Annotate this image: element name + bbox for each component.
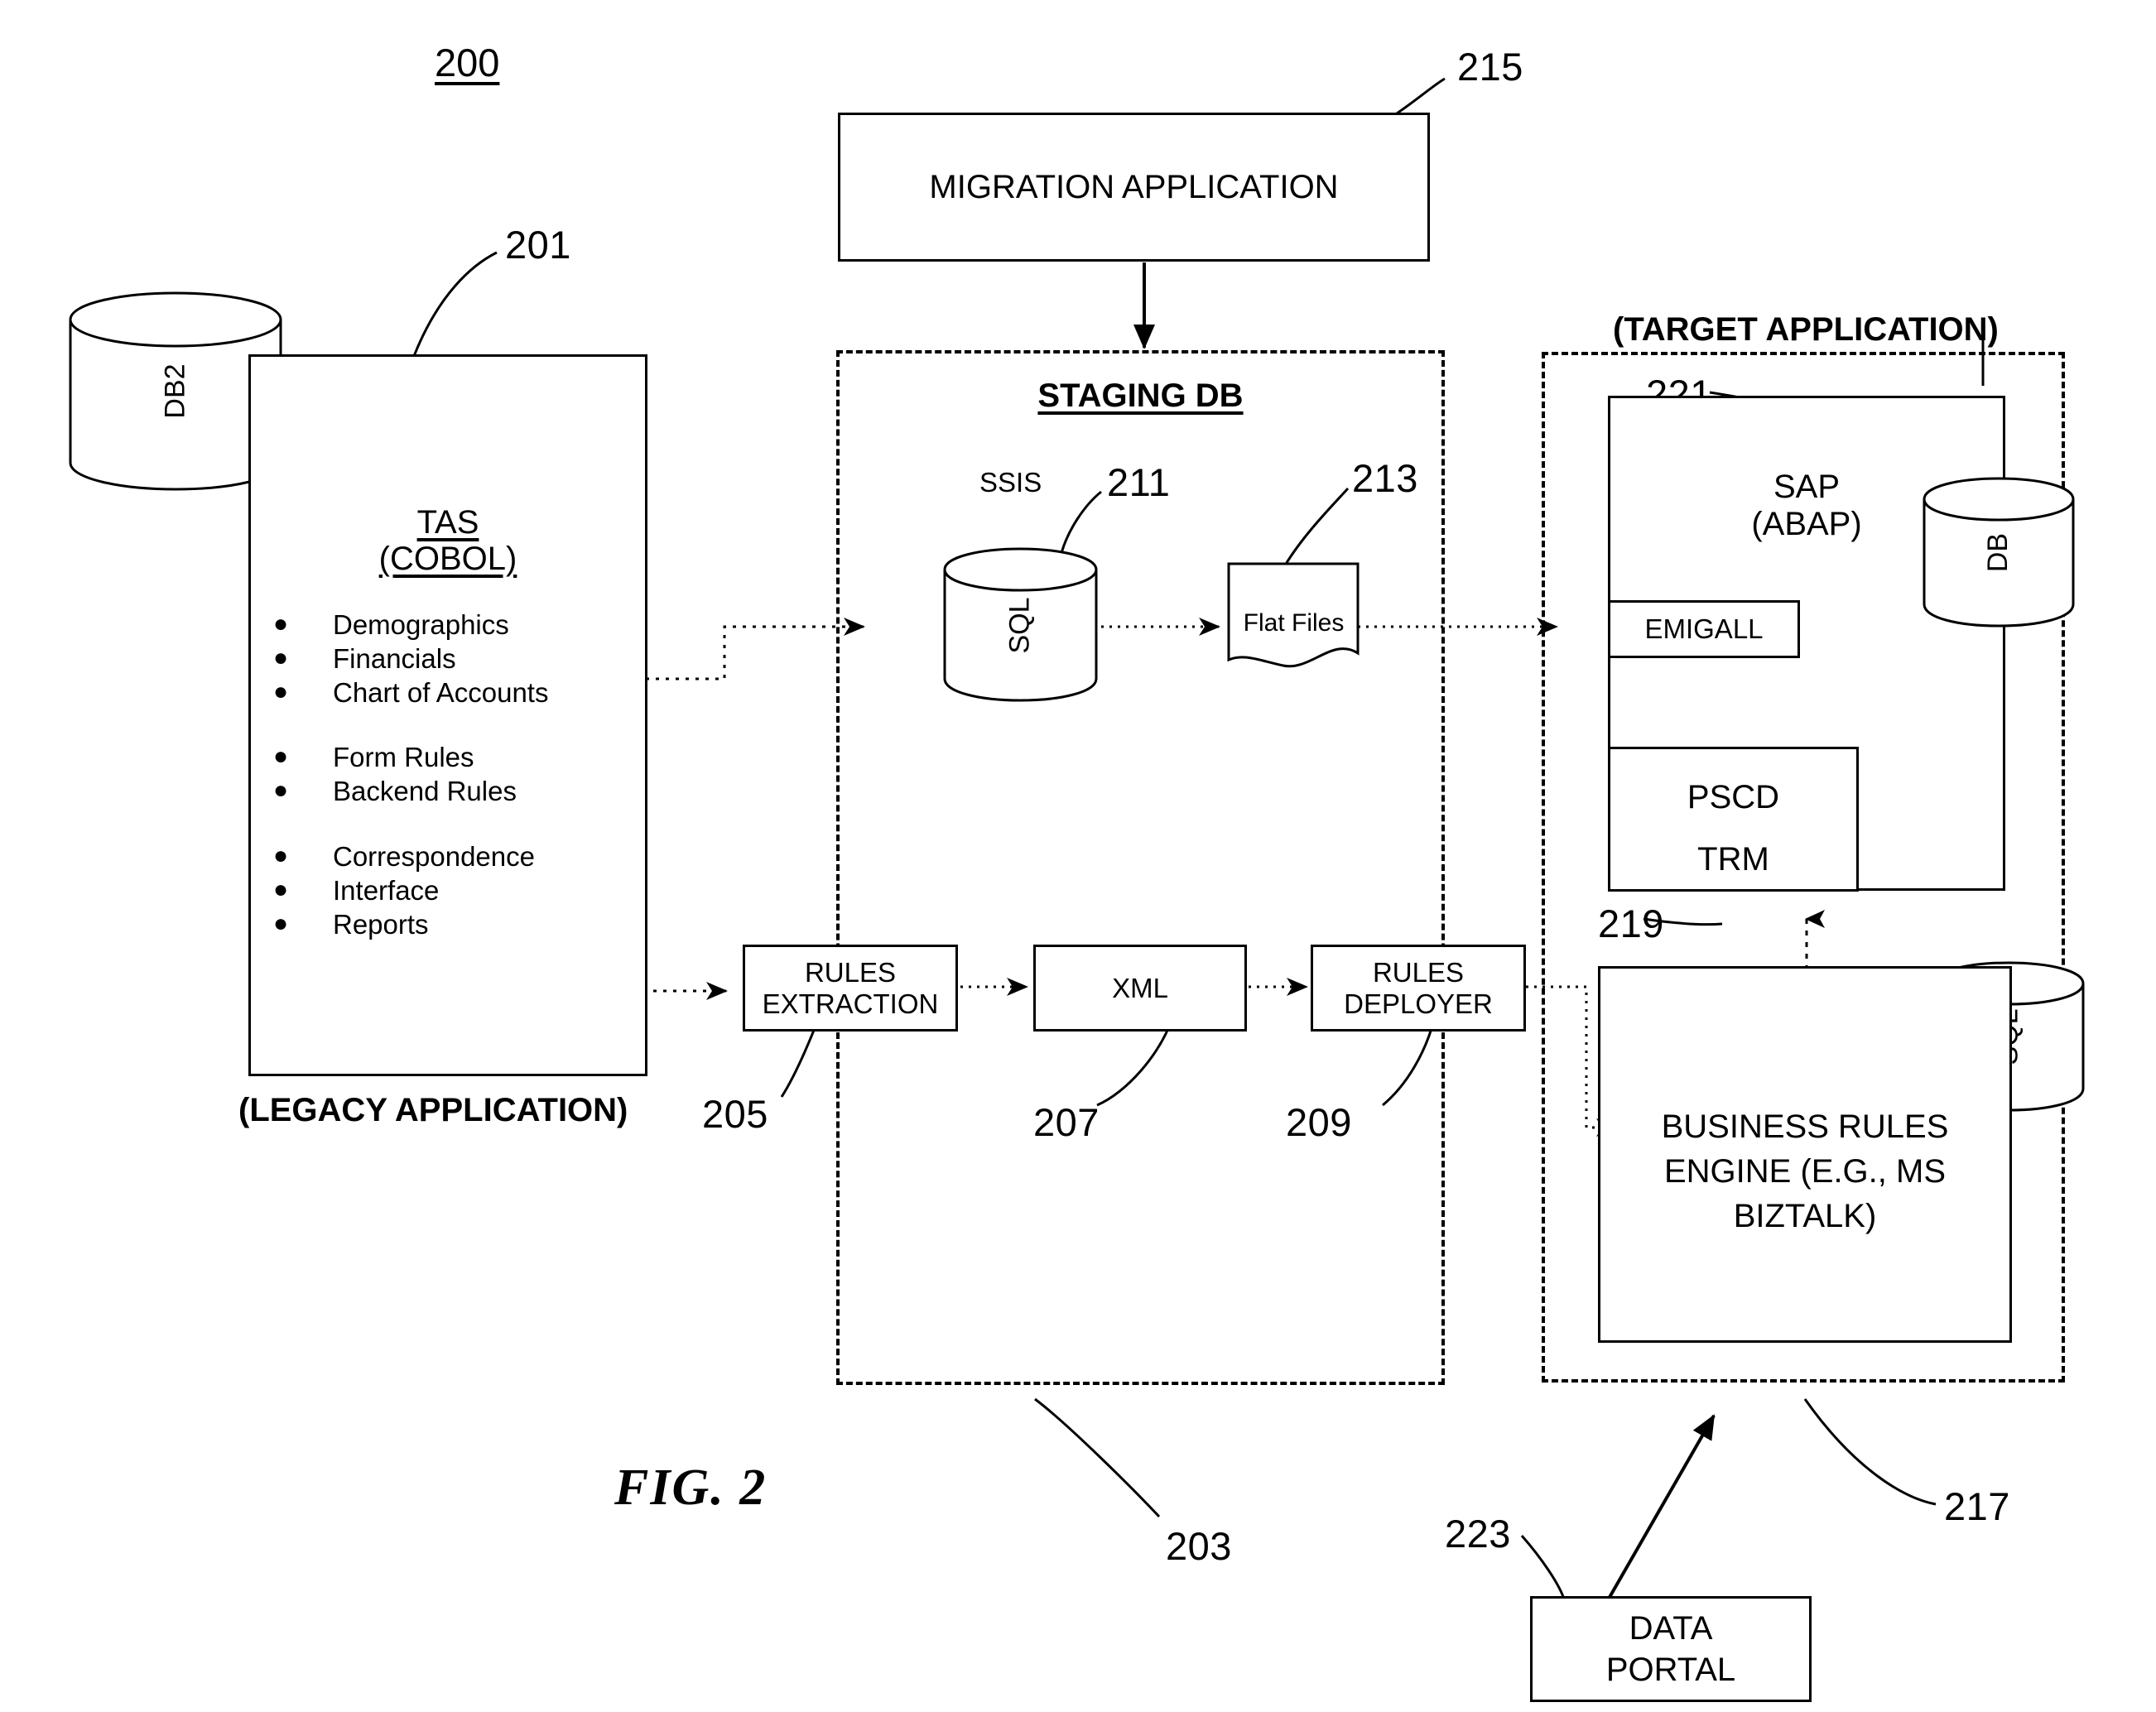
ref-207: 207 [1033,1100,1100,1144]
bullet-icon: ● [273,909,289,937]
bullet-icon: ● [273,841,289,869]
ref-203: 203 [1166,1524,1232,1568]
staging-db-group-label: STAGING DB [1037,378,1244,414]
data-portal-label-line1: DATA [1629,1610,1713,1647]
ref-209: 209 [1286,1100,1352,1144]
xml-box[interactable]: XML [1033,945,1247,1032]
target-db-cylinder-label: DB [1982,532,2014,573]
rules-deployer-label-line1: RULES [1372,956,1465,988]
list-item: ● Chart of Accounts [273,679,638,713]
db2-cylinder-label: DB2 [159,363,191,419]
tas-bullet-label: Demographics [333,609,509,640]
data-portal-label-line2: PORTAL [1605,1652,1736,1688]
bullet-icon: ● [273,742,289,770]
patent-figure-canvas: 200 215 201 MIGRATION APPLICATION DB2 TA… [0,0,2156,1712]
flat-files-label: Flat Files [1243,609,1345,637]
tas-bullet-label: Financials [333,643,456,674]
list-item: ● Demographics [273,611,638,645]
target-application-group-label: (TARGET APPLICATION) [1613,311,1999,348]
tas-bullet-label: Correspondence [333,841,535,872]
rules-deployer-label-line2: DEPLOYER [1344,988,1493,1019]
staging-db-group [836,350,1445,1385]
ref-200: 200 [435,41,500,84]
ssis-label: SSIS [979,467,1042,498]
migration-application-box[interactable]: MIGRATION APPLICATION [838,113,1430,262]
rules-extraction-label-line1: RULES [804,956,897,988]
tas-legacy-app-box[interactable] [248,354,647,1076]
ref-217: 217 [1944,1484,2010,1528]
staging-sql-cylinder-label: SQL [1003,596,1036,654]
bre-label-line3: BIZTALK) [1733,1198,1877,1234]
emigall-label: EMIGALL [1644,613,1764,644]
emigall-box[interactable]: EMIGALL [1608,600,1800,658]
bullet-icon: ● [273,609,289,637]
tas-subtitle: (COBOL) [378,541,517,577]
bullet-icon: ● [273,776,289,804]
ref-201: 201 [505,223,571,267]
target-db-cylinder: DB [1919,476,2078,629]
bullet-icon: ● [273,677,289,705]
rules-extraction-label-line2: EXTRACTION [762,988,939,1019]
figure-caption: FIG. 2 [614,1460,768,1516]
list-item: ● Financials [273,645,638,679]
list-item: ● Form Rules [273,743,638,777]
ref-211: 211 [1107,460,1171,504]
list-item: ● Backend Rules [273,777,638,811]
tas-bullets-group-1: ● Demographics ● Financials ● Chart of A… [273,611,638,713]
ref-215: 215 [1457,45,1523,89]
list-item: ● Reports [273,911,638,945]
tas-title: TAS [416,504,479,541]
trm-label: TRM [1697,841,1769,878]
ref-205: 205 [702,1092,768,1136]
bre-label-line1: BUSINESS RULES [1661,1108,1949,1145]
bullet-icon: ● [273,875,289,903]
tas-bullet-label: Chart of Accounts [333,677,549,708]
list-item: ● Correspondence [273,843,638,877]
list-item: ● Interface [273,877,638,911]
xml-label: XML [1112,972,1168,1003]
bre-label-line2: ENGINE (E.G., MS [1663,1153,1947,1190]
pscd-label: PSCD [1687,779,1780,815]
tas-bullet-label: Backend Rules [333,776,517,806]
tas-bullet-label: Interface [333,875,440,906]
ref-223: 223 [1445,1512,1511,1556]
rules-deployer-box[interactable]: RULES DEPLOYER [1311,945,1526,1032]
tas-bullets-group-2: ● Form Rules ● Backend Rules [273,743,638,811]
migration-application-label: MIGRATION APPLICATION [929,168,1339,205]
staging-sql-cylinder: SQL [940,546,1101,704]
bullet-icon: ● [273,643,289,671]
ref-219: 219 [1598,902,1664,945]
rules-extraction-box[interactable]: RULES EXTRACTION [743,945,958,1032]
ref-213: 213 [1352,456,1418,500]
legacy-application-group-label: (LEGACY APPLICATION) [238,1092,628,1128]
tas-bullet-label: Form Rules [333,742,474,772]
tas-bullets-group-3: ● Correspondence ● Interface ● Reports [273,843,638,945]
tas-bullet-label: Reports [333,909,429,940]
